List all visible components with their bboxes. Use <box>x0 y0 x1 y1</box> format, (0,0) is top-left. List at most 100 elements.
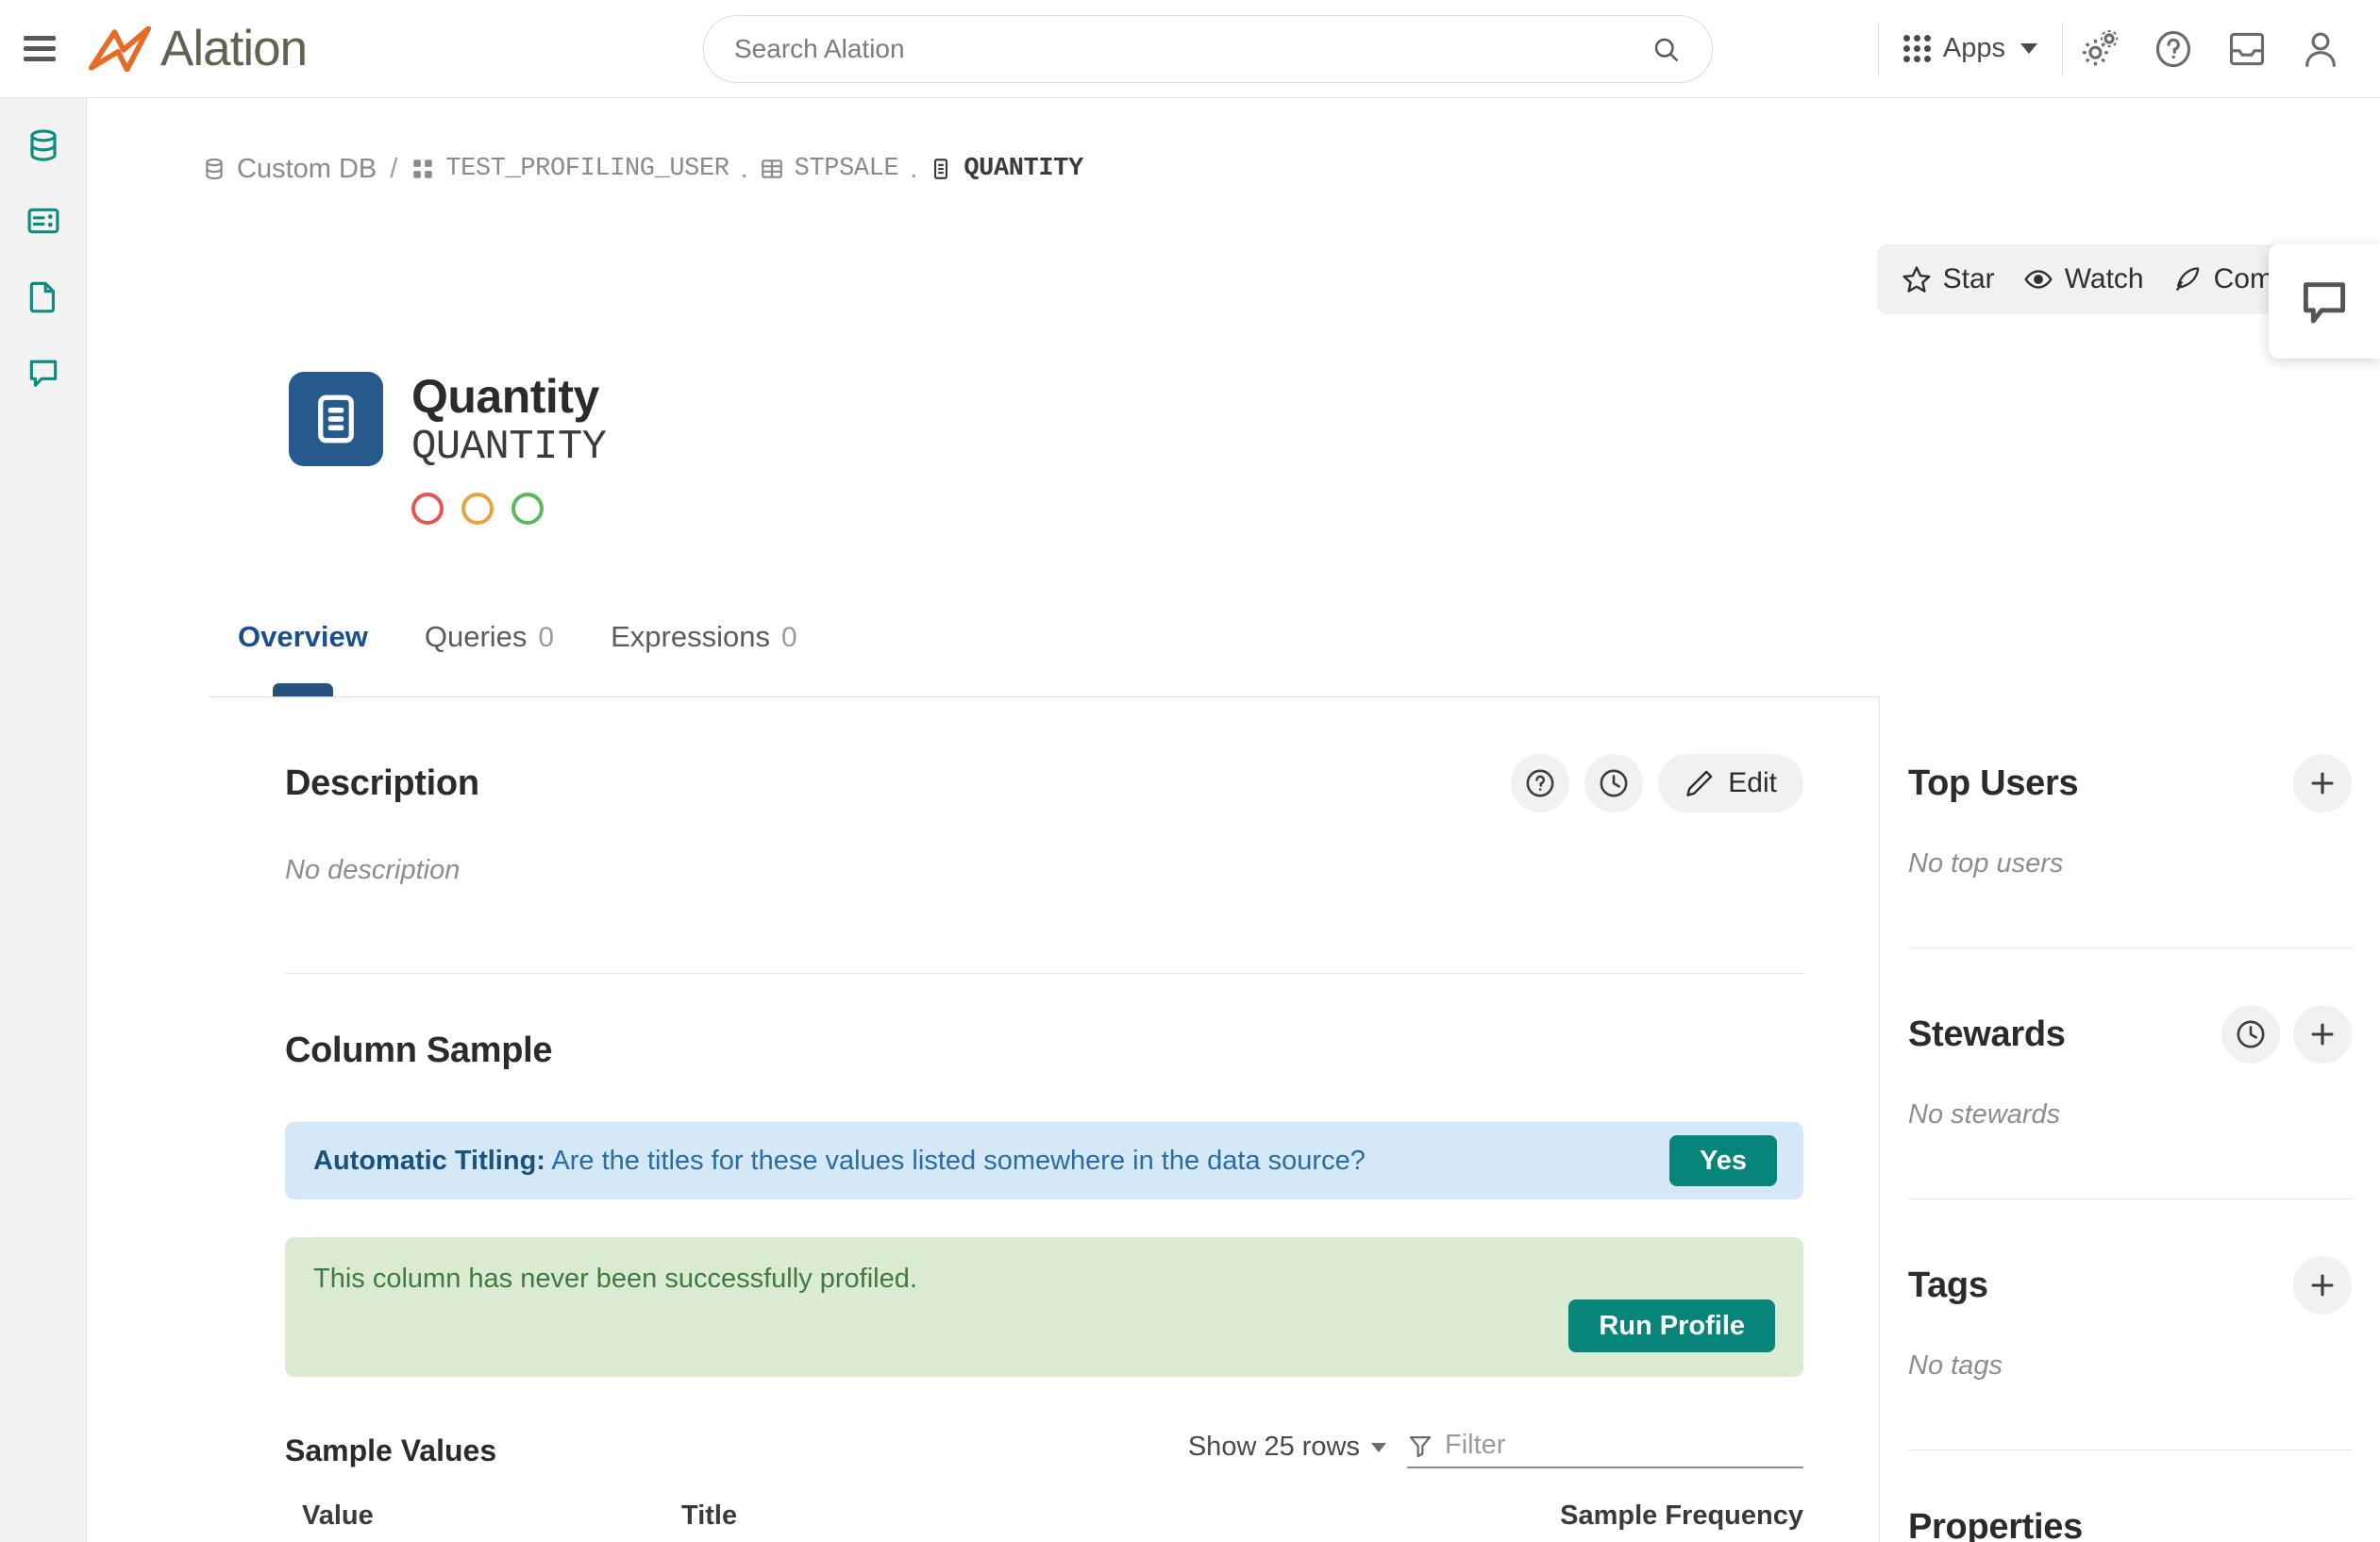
description-header: Description Edit <box>285 754 1803 813</box>
sample-values-title: Sample Values <box>285 1433 497 1467</box>
flag-endorsed-icon[interactable] <box>511 493 544 525</box>
edit-label: Edit <box>1728 767 1777 798</box>
flag-deprecated-icon[interactable] <box>411 493 444 525</box>
apps-label: Apps <box>1942 33 2005 63</box>
profile-notice-banner: This column has never been successfully … <box>285 1237 1803 1377</box>
search-container <box>703 15 1713 83</box>
help-circle-icon[interactable] <box>2137 12 2210 86</box>
top-right-actions: Apps <box>1877 0 2380 97</box>
breadcrumb-schema-label: TEST_PROFILING_USER <box>445 155 729 183</box>
database-icon <box>29 129 57 161</box>
properties-title: Properties <box>1908 1507 2083 1542</box>
add-tag-button[interactable] <box>2293 1256 2352 1315</box>
tab-overview-label: Overview <box>238 620 368 653</box>
database-icon <box>206 158 223 180</box>
main-content-column: Description Edit No description Column S… <box>210 697 1880 1542</box>
left-navigation-rail <box>0 98 87 1542</box>
page-content: Custom DB / TEST_PROFILING_USER . STPSAL… <box>87 98 2380 1542</box>
star-label: Star <box>1942 263 1995 294</box>
add-top-user-button[interactable] <box>2293 754 2352 813</box>
sidebar-item-conversations[interactable] <box>13 345 74 398</box>
sidebar-item-glossary[interactable] <box>13 194 74 247</box>
search-icon[interactable] <box>1651 35 1680 63</box>
right-sidebar: Top Users No top users Stewards No stewa… <box>1880 697 2380 1542</box>
edit-description-button[interactable]: Edit <box>1658 754 1803 813</box>
chat-widget-button[interactable] <box>2269 243 2380 359</box>
table-header-row: Value Title Sample Frequency <box>285 1500 1803 1542</box>
automatic-titling-question: Are the titles for these values listed s… <box>545 1145 1366 1176</box>
sample-values-controls: Show 25 rows <box>1188 1430 1803 1468</box>
settings-gears-icon[interactable] <box>2063 12 2137 86</box>
breadcrumb-separator: / <box>390 153 398 184</box>
tab-queries-count: 0 <box>538 622 555 653</box>
column-icon <box>318 394 354 444</box>
add-steward-button[interactable] <box>2293 1005 2352 1064</box>
breadcrumb-dot: . <box>740 153 748 184</box>
tab-queries-label: Queries <box>424 620 528 653</box>
run-profile-button[interactable]: Run Profile <box>1568 1299 1775 1352</box>
search-input[interactable] <box>734 34 1651 64</box>
star-button[interactable]: Star <box>1902 263 1995 295</box>
breadcrumb-database-label: Custom DB <box>237 153 377 184</box>
show-rows-label: Show 25 rows <box>1187 1432 1360 1462</box>
filter-funnel-icon <box>1409 1435 1432 1457</box>
tab-expressions-count: 0 <box>780 622 797 653</box>
stewards-history-button[interactable] <box>2221 1005 2280 1064</box>
description-history-button[interactable] <box>1584 754 1644 813</box>
help-circle-icon <box>1526 769 1554 797</box>
breadcrumb-dot: . <box>910 153 918 184</box>
stewards-empty-text: No stewards <box>1908 1099 2061 1130</box>
description-actions: Edit <box>1511 754 1803 813</box>
column-sample-header: Column Sample <box>285 1031 1803 1071</box>
profile-notice-text: This column has never been successfully … <box>313 1264 917 1294</box>
automatic-titling-label: Automatic Titling: <box>313 1145 545 1176</box>
chat-bubble-icon <box>2303 282 2346 324</box>
page-header: Quantity QUANTITY <box>289 372 607 525</box>
pencil-icon <box>1686 770 1713 796</box>
watch-label: Watch <box>2064 263 2144 294</box>
automatic-titling-text: Automatic Titling: Are the titles for th… <box>313 1146 1366 1177</box>
add-icon <box>2311 1274 2334 1297</box>
tab-overview[interactable]: Overview <box>210 612 396 692</box>
page-subtitle: QUANTITY <box>411 424 607 471</box>
user-profile-icon[interactable] <box>2284 12 2357 86</box>
breadcrumb: Custom DB / TEST_PROFILING_USER . STPSAL… <box>202 149 1083 189</box>
breadcrumb-column[interactable]: QUANTITY <box>929 155 1083 183</box>
tab-expressions[interactable]: Expressions 0 <box>582 612 826 692</box>
divider <box>285 973 1803 974</box>
automatic-titling-banner: Automatic Titling: Are the titles for th… <box>285 1122 1803 1199</box>
alation-bowtie-icon <box>88 25 152 72</box>
automatic-titling-yes-button[interactable]: Yes <box>1669 1135 1777 1186</box>
quill-feather-icon <box>2175 267 2200 292</box>
brand-logo[interactable]: Alation <box>88 20 308 77</box>
breadcrumb-database[interactable]: Custom DB <box>202 154 377 185</box>
flag-warning-icon[interactable] <box>461 493 494 525</box>
hamburger-menu-icon[interactable] <box>24 36 56 61</box>
filter-field[interactable] <box>1407 1430 1803 1468</box>
filter-input[interactable] <box>1445 1430 1803 1461</box>
breadcrumb-table[interactable]: STPSALE <box>760 155 899 183</box>
sidebar-item-documents[interactable] <box>13 270 74 323</box>
add-icon <box>2311 772 2334 795</box>
description-help-button[interactable] <box>1511 754 1570 813</box>
tab-queries[interactable]: Queries 0 <box>396 612 582 692</box>
tags-title: Tags <box>1908 1265 1988 1305</box>
star-icon <box>1902 266 1931 293</box>
column-header-value: Value <box>285 1500 681 1542</box>
sidebar-item-sources[interactable] <box>13 119 74 172</box>
description-empty-text: No description <box>285 855 461 885</box>
sample-values-header: Sample Values Show 25 rows <box>285 1430 1803 1468</box>
watch-button[interactable]: Watch <box>2023 263 2144 295</box>
show-rows-dropdown[interactable]: Show 25 rows <box>1188 1432 1386 1468</box>
search-box[interactable] <box>703 15 1713 83</box>
apps-menu-button[interactable]: Apps <box>1879 21 2062 77</box>
inbox-icon[interactable] <box>2210 12 2284 86</box>
column-header-title: Title <box>681 1500 1266 1542</box>
tab-expressions-label: Expressions <box>611 620 770 653</box>
chevron-down-icon <box>2020 43 2037 54</box>
eye-icon <box>2023 270 2053 289</box>
apps-grid-icon <box>1902 35 1931 62</box>
tab-bar: Overview Queries 0 Expressions 0 <box>210 612 1880 697</box>
breadcrumb-schema[interactable]: TEST_PROFILING_USER <box>411 155 729 183</box>
column-badge <box>289 372 383 466</box>
